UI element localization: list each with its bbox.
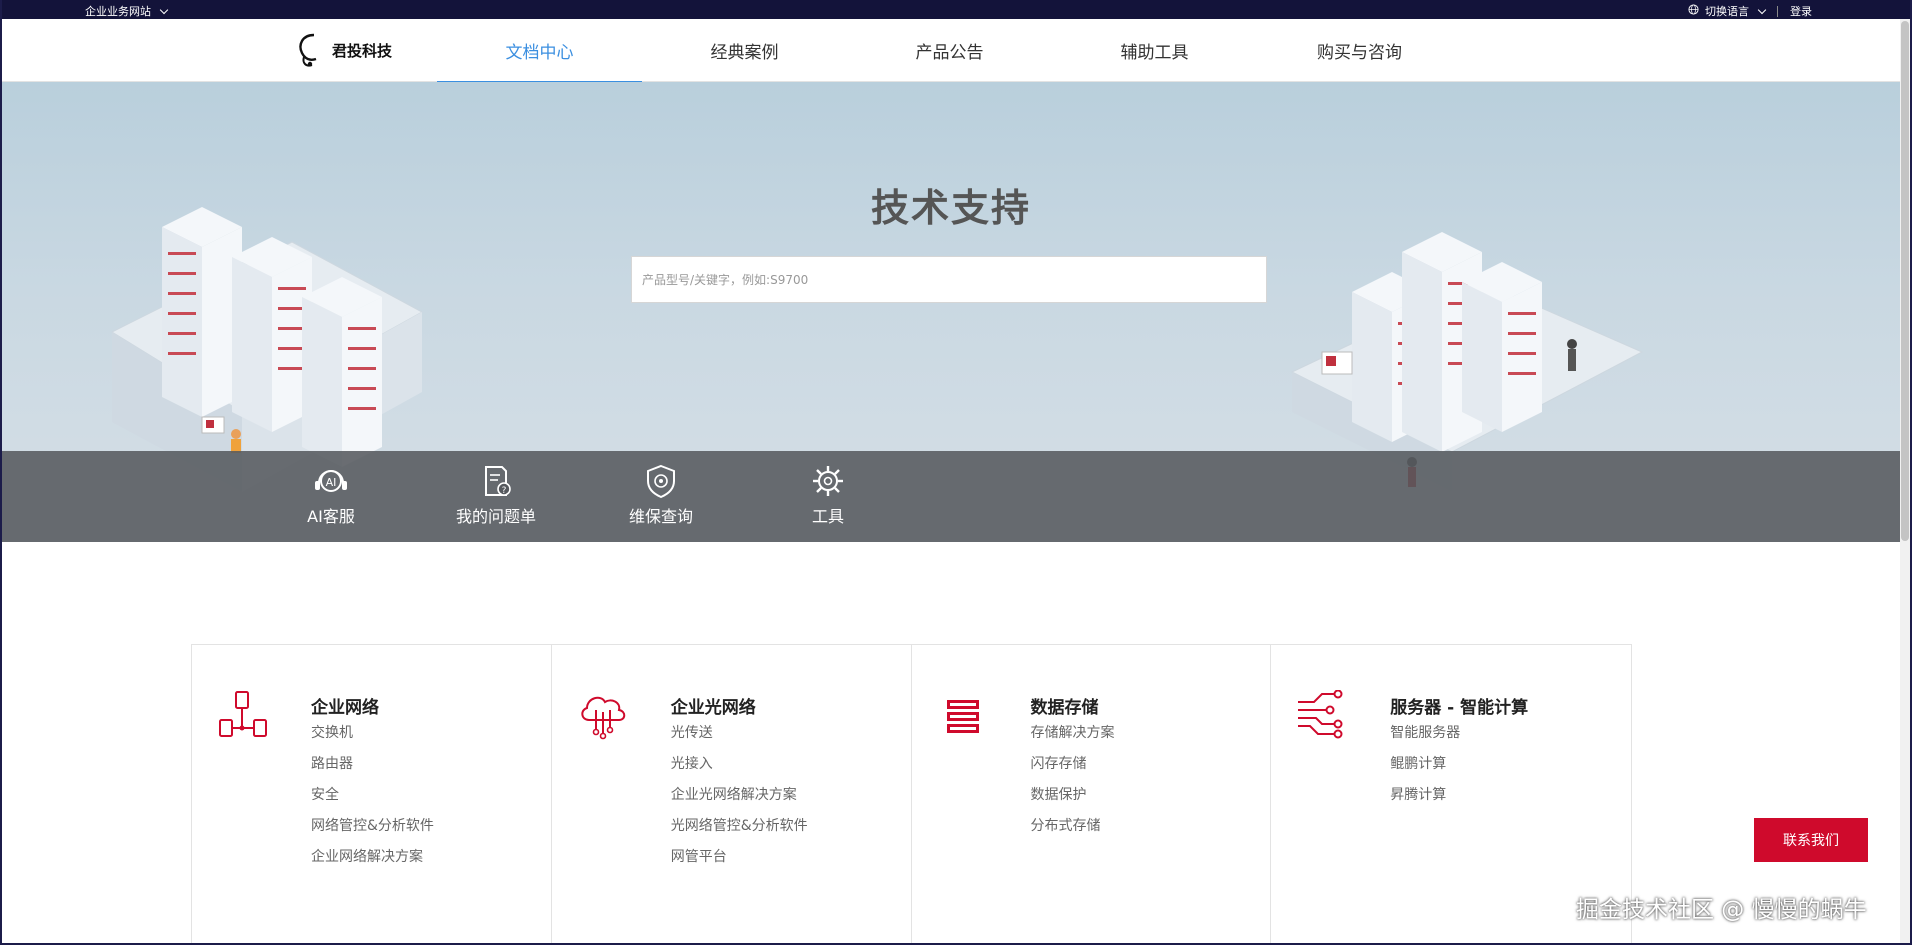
category-link[interactable]: 网络管控&分析软件	[311, 818, 434, 849]
ticket-icon: ?	[485, 466, 511, 496]
hero-banner: 技术支持 AI AI客服 ? 我的问题单	[2, 82, 1900, 542]
brand-logo[interactable]: 君投科技	[296, 31, 392, 69]
quick-link-warranty[interactable]: 维保查询	[596, 463, 726, 527]
language-switcher[interactable]: 切换语言	[1705, 3, 1749, 19]
category-title: 企业光网络	[670, 698, 756, 718]
category-link[interactable]: 交换机	[311, 725, 434, 756]
category-link[interactable]: 企业光网络解决方案	[671, 787, 808, 818]
category-link[interactable]: 闪存存储	[1031, 756, 1115, 787]
category-link[interactable]: 光网络管控&分析软件	[671, 818, 808, 849]
category-title: 服务器 - 智能计算	[1390, 698, 1529, 718]
quick-link-label: AI客服	[307, 507, 355, 526]
tools-icon	[813, 466, 843, 496]
cloud-icon	[581, 696, 625, 740]
hero-title: 技术支持	[870, 186, 1031, 230]
category-link[interactable]: 企业网络解决方案	[311, 849, 434, 880]
login-link[interactable]: 登录	[1790, 3, 1812, 19]
category-link[interactable]: 安全	[311, 787, 434, 818]
category-link[interactable]: 智能服务器	[1390, 725, 1460, 756]
product-category-grid: 企业网络 交换机 路由器 安全 网络管控&分析软件 企业网络解决方案 企业光网络…	[191, 644, 1632, 945]
category-links: 光传送 光接入 企业光网络解决方案 光网络管控&分析软件 网管平台	[671, 725, 808, 880]
watermark-text: 掘金技术社区 @ 慢慢的蜗牛	[1576, 897, 1867, 923]
logo-mark-icon	[299, 33, 317, 67]
category-title: 数据存储	[1030, 698, 1099, 718]
category-link[interactable]: 网管平台	[671, 849, 808, 880]
network-icon	[219, 691, 267, 737]
tab-docs-center[interactable]: 文档中心	[437, 19, 642, 83]
category-link[interactable]: 分布式存储	[1031, 818, 1115, 849]
tab-purchase-consult[interactable]: 购买与咨询	[1257, 19, 1462, 82]
nav-tabs: 文档中心 经典案例 产品公告 辅助工具 购买与咨询	[437, 19, 1462, 83]
contact-us-button[interactable]: 联系我们	[1754, 818, 1868, 862]
tab-classic-cases[interactable]: 经典案例	[642, 19, 847, 82]
svg-text:AI: AI	[326, 476, 337, 489]
quick-link-label: 维保查询	[628, 507, 693, 526]
category-card-enterprise-network: 企业网络 交换机 路由器 安全 网络管控&分析软件 企业网络解决方案	[192, 645, 552, 945]
category-link[interactable]: 存储解决方案	[1031, 725, 1115, 756]
logo-text: 君投科技	[332, 41, 393, 60]
scrollbar-thumb[interactable]	[1901, 21, 1909, 541]
chevron-down-icon	[159, 5, 169, 14]
divider	[1777, 5, 1778, 17]
quick-link-ai-service[interactable]: AI AI客服	[266, 463, 396, 527]
globe-icon	[1688, 4, 1699, 18]
category-link[interactable]: 光接入	[671, 756, 808, 787]
top-utility-bar: 企业业务网站 切换语言 登录	[0, 0, 1912, 19]
site-label[interactable]: 企业业务网站	[85, 3, 151, 19]
site-switcher[interactable]: 企业业务网站	[85, 3, 169, 19]
category-link[interactable]: 昇腾计算	[1390, 787, 1460, 818]
main-nav: 君投科技 文档中心 经典案例 产品公告 辅助工具 购买与咨询	[0, 19, 1900, 83]
category-links: 智能服务器 鲲鹏计算 昇腾计算	[1390, 725, 1460, 818]
category-link[interactable]: 光传送	[671, 725, 808, 756]
search-input[interactable]	[632, 257, 1266, 302]
category-title: 企业网络	[311, 698, 379, 718]
category-link[interactable]: 路由器	[311, 756, 434, 787]
server-icon	[1298, 690, 1343, 739]
tab-auxiliary-tools[interactable]: 辅助工具	[1052, 19, 1257, 82]
quick-link-label: 工具	[811, 507, 844, 526]
storage-icon	[946, 700, 979, 733]
category-link[interactable]: 鲲鹏计算	[1390, 756, 1460, 787]
shield-icon	[647, 464, 675, 499]
category-card-enterprise-optical: 企业光网络 光传送 光接入 企业光网络解决方案 光网络管控&分析软件 网管平台	[552, 645, 912, 945]
chevron-down-icon	[1757, 5, 1767, 14]
category-links: 存储解决方案 闪存存储 数据保护 分布式存储	[1031, 725, 1115, 849]
quick-links-bar: AI AI客服 ? 我的问题单 维保查询 工具	[2, 451, 1900, 542]
quick-link-label: 我的问题单	[455, 507, 536, 526]
category-links: 交换机 路由器 安全 网络管控&分析软件 企业网络解决方案	[311, 725, 434, 880]
category-card-data-storage: 数据存储 存储解决方案 闪存存储 数据保护 分布式存储	[912, 645, 1272, 945]
category-link[interactable]: 数据保护	[1031, 787, 1115, 818]
ai-service-icon: AI	[315, 470, 347, 492]
quick-link-my-tickets[interactable]: ? 我的问题单	[431, 463, 561, 527]
svg-text:?: ?	[502, 486, 507, 496]
search-box	[631, 256, 1267, 303]
quick-link-tools[interactable]: 工具	[763, 463, 893, 527]
tab-product-notices[interactable]: 产品公告	[847, 19, 1052, 82]
